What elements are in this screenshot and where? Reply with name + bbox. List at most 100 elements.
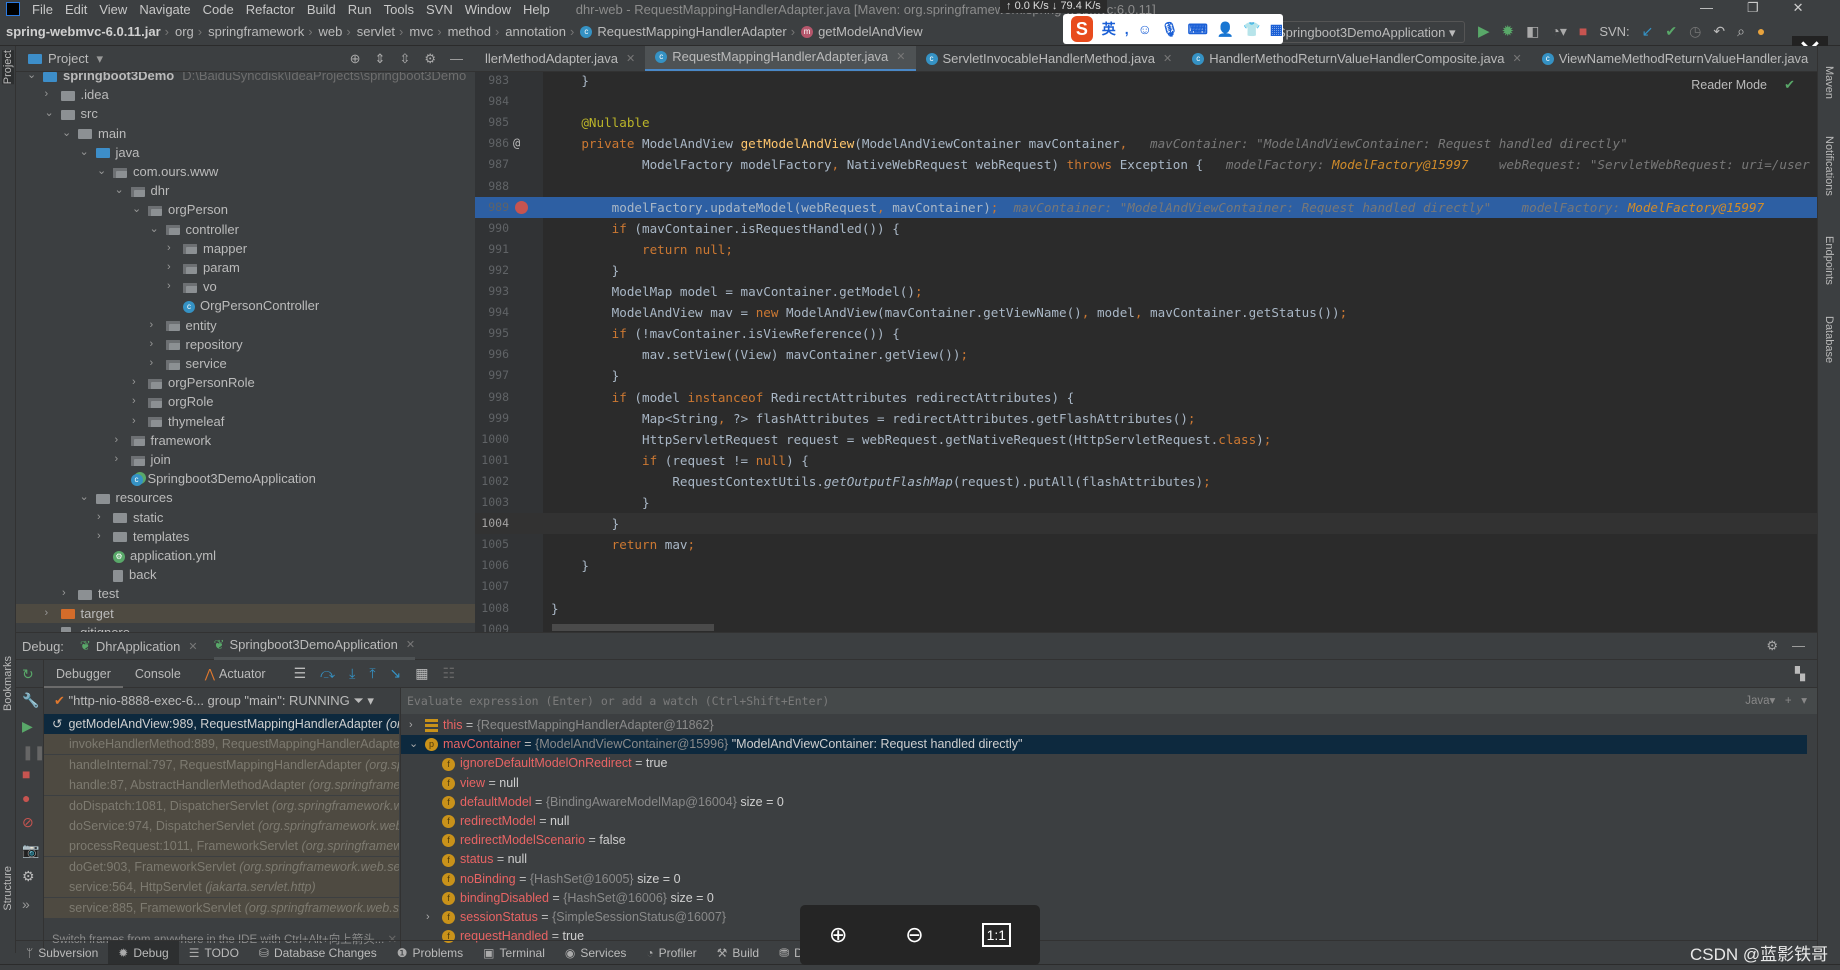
tree-item[interactable]: › join xyxy=(16,450,475,469)
tree-item[interactable]: ⌄ main xyxy=(16,124,475,143)
breadcrumb-item[interactable]: web xyxy=(319,24,343,39)
menu-view[interactable]: View xyxy=(99,2,127,17)
variable-row[interactable]: f bindingDisabled = {HashSet@16006} size … xyxy=(401,889,1807,908)
close-tab-icon[interactable]: ✕ xyxy=(626,46,635,71)
code-line[interactable]: 993 ModelMap model = mavContainer.getMod… xyxy=(475,281,1817,302)
debugger-tab-actuator[interactable]: ⋀ Actuator xyxy=(193,660,278,688)
stack-frame[interactable]: service:885, FrameworkServlet (org.sprin… xyxy=(44,897,399,918)
tree-item[interactable]: › service xyxy=(16,354,475,373)
resume-icon[interactable]: ▶ xyxy=(22,718,33,735)
chevron-right-icon[interactable]: › xyxy=(409,716,413,735)
svn-update-icon[interactable]: ↙ xyxy=(1642,23,1654,40)
chevron-down-icon[interactable]: ⌄ xyxy=(97,162,107,181)
chevron-right-icon[interactable]: › xyxy=(45,85,55,104)
chevron-down-icon[interactable]: ⌄ xyxy=(132,200,142,219)
add-watch-icon[interactable]: + xyxy=(1785,695,1792,707)
svn-commit-icon[interactable]: ✔ xyxy=(1665,23,1677,40)
close-tab-icon[interactable]: ✕ xyxy=(1163,46,1172,71)
tree-item[interactable]: › param xyxy=(16,258,475,277)
debugger-tab-debugger[interactable]: Debugger xyxy=(44,660,123,688)
debug-icon[interactable]: ✹ xyxy=(1502,22,1515,40)
tool-profiler[interactable]: ◔ Profiler xyxy=(636,941,706,965)
code-line[interactable]: 986 @ private ModelAndView getModelAndVie… xyxy=(475,133,1817,154)
chevron-right-icon[interactable]: › xyxy=(150,354,160,373)
stop-icon[interactable]: ■ xyxy=(22,766,30,782)
variable-row[interactable]: f defaultModel = {BindingAwareModelMap@16… xyxy=(401,793,1807,812)
search-icon[interactable]: ⌕ xyxy=(1737,23,1745,40)
actual-size-button[interactable]: 1:1 xyxy=(981,923,1012,947)
breadcrumb-item[interactable]: spring-webmvc-6.0.11.jar xyxy=(6,24,161,39)
tool-database-changes[interactable]: ⛁ Database Changes xyxy=(249,941,387,965)
menu-navigate[interactable]: Navigate xyxy=(139,2,190,17)
variable-row[interactable]: › this = {RequestMappingHandlerAdapter@11… xyxy=(401,716,1807,735)
gear-icon[interactable]: ⚙ xyxy=(1766,638,1778,654)
tool-build[interactable]: ⚒ Build xyxy=(707,941,769,965)
more-icon[interactable]: » xyxy=(22,896,30,912)
breadcrumb-item[interactable]: servlet xyxy=(357,24,395,39)
breadcrumb-item[interactable]: getModelAndView xyxy=(818,24,923,39)
code-line[interactable]: 1004 } xyxy=(475,513,1817,535)
tree-item[interactable]: ⌄ java xyxy=(16,143,475,162)
breadcrumb-item[interactable]: mvc xyxy=(409,24,433,39)
tool-terminal[interactable]: ▣ Terminal xyxy=(473,941,555,965)
code-line[interactable]: 992 } xyxy=(475,260,1817,281)
tree-item[interactable]: › target xyxy=(16,603,475,623)
code-line[interactable]: 1005 return mav; xyxy=(475,534,1817,555)
variable-row[interactable]: f status = null xyxy=(401,850,1807,869)
chevron-right-icon[interactable]: › xyxy=(132,392,142,411)
menu-refactor[interactable]: Refactor xyxy=(246,2,295,17)
stripe-project[interactable]: Project xyxy=(2,50,14,85)
locate-icon[interactable]: ⊕ xyxy=(350,51,361,67)
emoji-icon[interactable]: ☺ xyxy=(1138,21,1152,37)
code-line[interactable]: 994 ModelAndView mav = new ModelAndView(… xyxy=(475,302,1817,323)
rerun-icon[interactable]: ↻ xyxy=(22,666,34,683)
stack-frame[interactable]: handle:87, AbstractHandlerMethodAdapter … xyxy=(44,775,399,796)
close-tab-icon[interactable]: ✕ xyxy=(1513,46,1522,71)
menu-file[interactable]: File xyxy=(32,2,53,17)
chevron-down-icon[interactable]: ⌄ xyxy=(45,104,55,123)
chevron-down-icon[interactable]: ⌄ xyxy=(409,735,418,754)
stripe-maven[interactable]: Maven xyxy=(1823,66,1835,99)
tree-item[interactable]: ⌄ orgPerson xyxy=(16,200,475,219)
tree-item[interactable]: ⌄ com.ours.www xyxy=(16,162,475,181)
tool-services[interactable]: ◉ Services xyxy=(555,941,637,965)
tree-item[interactable]: › framework xyxy=(16,431,475,450)
stripe-structure[interactable]: Structure xyxy=(2,866,14,911)
variable-row[interactable]: › f sessionStatus = {SimpleSessionStatus@1… xyxy=(401,908,1807,927)
code-line[interactable]: 990 if (mavContainer.isRequestHandled())… xyxy=(475,218,1817,239)
tree-item[interactable]: ⌄ springboot3Demo D:\BaiduSyncdisk\IdeaPro… xyxy=(16,72,475,85)
update-icon[interactable]: ● xyxy=(1757,23,1765,39)
tree-item[interactable]: c OrgPersonController xyxy=(16,296,475,315)
hide-icon[interactable]: — xyxy=(1792,638,1805,654)
stripe-database[interactable]: Database xyxy=(1823,316,1835,363)
tree-item[interactable]: c Springboot3DemoApplication xyxy=(16,469,475,488)
profile-icon[interactable]: ◔▾ xyxy=(1551,23,1566,40)
horizontal-scrollbar[interactable] xyxy=(552,624,714,631)
show-execution-point-icon[interactable]: ☰ xyxy=(294,665,307,682)
debugger-tab-console[interactable]: Console xyxy=(123,660,193,688)
breadcrumb-item[interactable]: method xyxy=(448,24,491,39)
tree-item[interactable]: › thymeleaf xyxy=(16,412,475,431)
tree-item[interactable]: › entity xyxy=(16,316,475,335)
stack-frame[interactable]: handleInternal:797, RequestMappingHandle… xyxy=(44,754,399,775)
zoom-out-icon[interactable]: ⊖ xyxy=(905,922,923,948)
debug-session-tab[interactable]: ❦ Springboot3DemoApplication ✕ xyxy=(213,632,416,660)
stack-frame[interactable]: doGet:903, FrameworkServlet (org.springf… xyxy=(44,856,399,877)
tree-item[interactable]: › vo xyxy=(16,277,475,296)
tree-item[interactable]: › orgRole xyxy=(16,392,475,411)
chevron-down-icon[interactable]: ⌄ xyxy=(62,124,72,143)
chevron-right-icon[interactable]: › xyxy=(132,412,142,431)
reader-mode-toggle[interactable]: Reader Mode xyxy=(1691,78,1767,92)
menu-run[interactable]: Run xyxy=(348,2,372,17)
language-select[interactable]: Java xyxy=(1745,695,1769,707)
tree-item[interactable]: ⌄ src xyxy=(16,104,475,123)
stripe-notifications[interactable]: Notifications xyxy=(1823,136,1835,196)
menu-svn[interactable]: SVN xyxy=(426,2,453,17)
chevron-right-icon[interactable]: › xyxy=(115,450,125,469)
close-tab-icon[interactable]: ✕ xyxy=(406,638,415,651)
trace-icon[interactable]: ☷ xyxy=(443,665,456,682)
variable-row[interactable]: f noBinding = {HashSet@16005} size = 0 xyxy=(401,870,1807,889)
project-title[interactable]: Project xyxy=(48,51,88,66)
step-into-icon[interactable]: ⤓ xyxy=(349,665,355,682)
history-icon[interactable]: ◷ xyxy=(1689,23,1701,40)
